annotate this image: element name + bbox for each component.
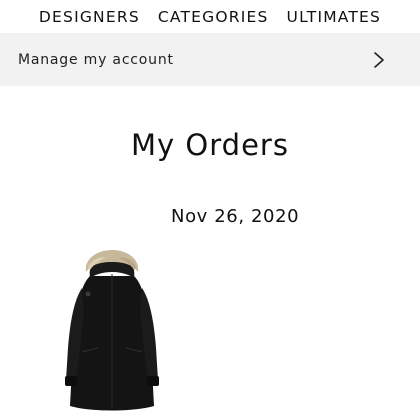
nav-categories[interactable]: CATEGORIES [158, 8, 269, 26]
order-date: Nov 26, 2020 [171, 206, 300, 227]
nav-designers[interactable]: DESIGNERS [39, 8, 140, 26]
product-image[interactable] [60, 248, 164, 413]
chevron-right-icon [374, 51, 384, 68]
manage-account-row[interactable]: Manage my account [0, 33, 420, 86]
nav-ultimates[interactable]: ULTIMATES [287, 8, 382, 26]
page-title: My Orders [131, 128, 289, 162]
top-nav: DESIGNERS CATEGORIES ULTIMATES [0, 0, 420, 33]
manage-account-label: Manage my account [18, 51, 174, 68]
